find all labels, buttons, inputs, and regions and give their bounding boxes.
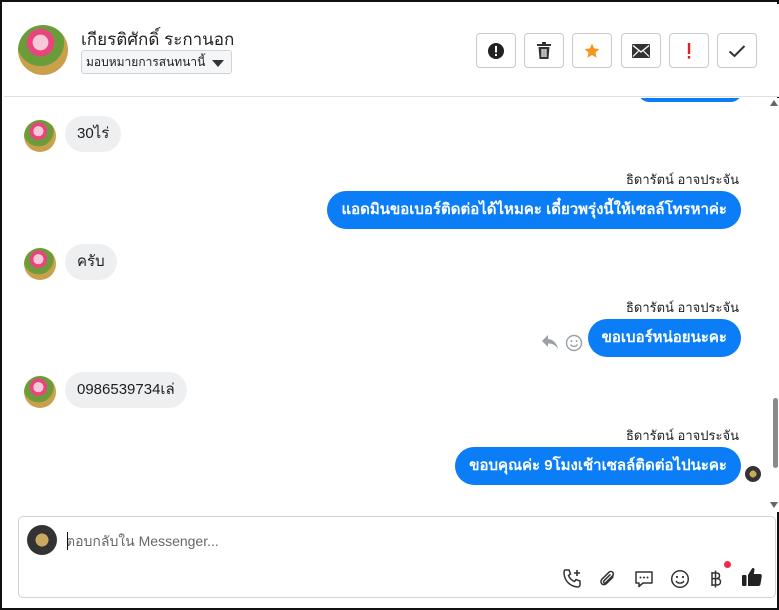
- saved-replies-button[interactable]: [632, 567, 656, 591]
- star-button[interactable]: [572, 33, 612, 68]
- incoming-message[interactable]: 0986539734เล่: [65, 372, 187, 408]
- caret-down-icon: [212, 60, 225, 67]
- page-avatar: [27, 525, 57, 555]
- mark-unread-button[interactable]: [621, 33, 661, 68]
- reply-icon[interactable]: [541, 334, 559, 350]
- delete-button[interactable]: [524, 33, 564, 68]
- incoming-message[interactable]: ครับ: [65, 244, 117, 280]
- react-smiley-icon[interactable]: [565, 334, 583, 352]
- thumbs-up-icon: [742, 567, 762, 586]
- paperclip-icon: [600, 570, 615, 586]
- assign-label: มอบหมายการสนทนานี้: [86, 55, 206, 69]
- star-icon: [584, 43, 600, 58]
- message-thread[interactable]: 30ไร่ ธิดารัตน์ อาจประจัน แอดมินขอเบอร์ต…: [4, 98, 779, 512]
- attach-button[interactable]: [596, 567, 620, 591]
- smiley-icon: [670, 569, 690, 589]
- seen-receipt-avatar: [745, 466, 761, 482]
- mark-done-button[interactable]: [717, 33, 757, 68]
- reply-composer: [18, 516, 776, 598]
- payment-button[interactable]: [704, 567, 728, 591]
- sender-name: ธิดารัตน์ อาจประจัน: [625, 300, 739, 315]
- speech-bubble-icon: [635, 571, 653, 588]
- contact-avatar[interactable]: [18, 25, 68, 75]
- outgoing-message[interactable]: แอดมินขอเบอร์ติดต่อได้ไหมคะ เดี๋ยวพรุ่งน…: [327, 191, 741, 229]
- call-button[interactable]: [560, 567, 584, 591]
- scroll-thumb[interactable]: [773, 398, 778, 468]
- send-like-button[interactable]: [740, 565, 764, 589]
- contact-name[interactable]: เกียรติศักดิ์ ระกานอก: [81, 26, 234, 53]
- phone-plus-icon: [563, 569, 581, 588]
- thread-scrollbar[interactable]: [770, 98, 779, 512]
- sender-name: ธิดารัตน์ อาจประจัน: [625, 428, 739, 443]
- trash-icon: [537, 41, 551, 59]
- notification-dot: [724, 561, 731, 568]
- conversation-header: เกียรติศักดิ์ ระกานอก มอบหมายการสนทนานี้: [4, 4, 779, 97]
- previous-message-bubble: [638, 98, 742, 102]
- outgoing-message[interactable]: ขอบคุณค่ะ 9โมงเช้าเซลล์ติดต่อไปนะคะ: [455, 447, 741, 485]
- emoji-button[interactable]: [668, 567, 692, 591]
- exclamation-icon: [687, 42, 691, 59]
- sender-avatar[interactable]: [24, 376, 56, 408]
- text-cursor: [67, 532, 68, 550]
- sender-avatar[interactable]: [24, 120, 56, 152]
- baht-icon: [711, 570, 722, 588]
- incoming-message[interactable]: 30ไร่: [65, 116, 122, 152]
- mark-spam-button[interactable]: [476, 33, 516, 68]
- reply-input[interactable]: [66, 530, 666, 552]
- scroll-up-arrow[interactable]: [770, 100, 778, 106]
- check-icon: [728, 44, 746, 57]
- sender-name: ธิดารัตน์ อาจประจัน: [625, 172, 739, 187]
- sender-avatar[interactable]: [24, 248, 56, 280]
- alert-circle-icon: [488, 42, 504, 59]
- outgoing-message[interactable]: ขอเบอร์หน่อยนะคะ: [587, 319, 741, 357]
- scroll-down-arrow[interactable]: [770, 502, 778, 508]
- mark-important-button[interactable]: [669, 33, 709, 68]
- envelope-icon: [632, 43, 650, 58]
- messenger-window: เกียรติศักดิ์ ระกานอก มอบหมายการสนทนานี้: [0, 0, 779, 610]
- assign-conversation-dropdown[interactable]: มอบหมายการสนทนานี้: [81, 50, 233, 74]
